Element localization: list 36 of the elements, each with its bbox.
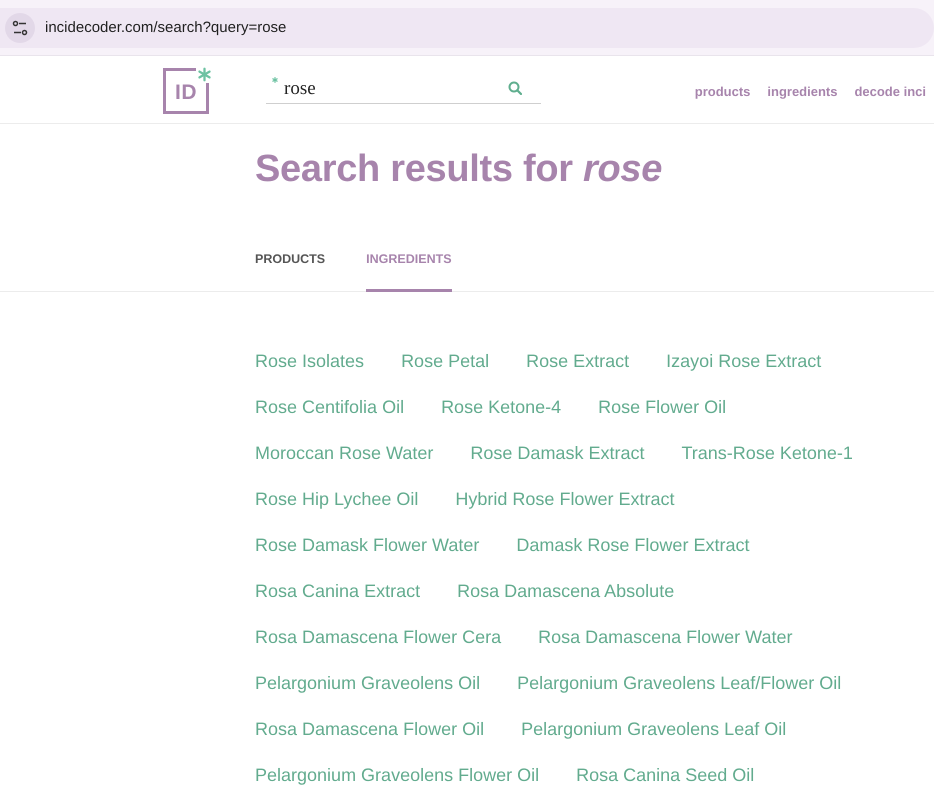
asterisk-icon <box>272 77 278 83</box>
nav-link[interactable]: products <box>694 82 750 102</box>
nav-link[interactable]: decode inci <box>854 82 926 102</box>
ingredient-link[interactable]: Moroccan Rose Water <box>255 442 434 464</box>
page-heading: Search results for rose <box>255 147 664 192</box>
ingredient-link[interactable]: Izayoi Rose Extract <box>666 350 822 372</box>
search-button[interactable] <box>508 81 522 95</box>
ingredient-link[interactable]: Rosa Canina Extract <box>255 580 420 602</box>
ingredient-link[interactable]: Rosa Damascena Flower Cera <box>255 626 502 648</box>
ingredient-link[interactable]: Trans-Rose Ketone-1 <box>681 442 853 464</box>
ingredient-link[interactable]: Rose Petal <box>401 350 490 372</box>
ingredient-link[interactable]: Rosa Canina Seed Oil <box>576 764 754 786</box>
ingredient-link[interactable]: Rose Damask Flower Water <box>255 534 480 556</box>
ingredient-link[interactable]: Rose Extract <box>526 350 630 372</box>
ingredient-link[interactable]: Rose Isolates <box>255 350 364 372</box>
ingredient-link[interactable]: Rosa Damascena Absolute <box>457 580 674 602</box>
ingredient-link[interactable]: Rose Hip Lychee Oil <box>255 488 418 510</box>
tab[interactable]: PRODUCTS <box>255 232 326 292</box>
ingredient-link[interactable]: Damask Rose Flower Extract <box>516 534 750 556</box>
ingredient-link[interactable]: Pelargonium Graveolens Flower Oil <box>255 764 540 786</box>
ingredient-link[interactable]: Pelargonium Graveolens Leaf Oil <box>521 718 786 740</box>
ingredient-link[interactable]: Rose Damask Extract <box>470 442 644 464</box>
ingredient-link[interactable]: Rose Centifolia Oil <box>255 396 404 418</box>
ingredient-link[interactable]: Pelargonium Graveolens Oil <box>255 672 480 694</box>
ingredient-link[interactable]: Pelargonium Graveolens Leaf/Flower Oil <box>517 672 842 694</box>
search-icon <box>508 81 522 95</box>
nav-link[interactable]: ingredients <box>767 82 838 102</box>
ingredient-link[interactable]: Rose Flower Oil <box>598 396 726 418</box>
ingredient-link[interactable]: Hybrid Rose Flower Extract <box>455 488 674 510</box>
address-bar-url[interactable]: incidecoder.com/search?query=rose <box>45 16 286 40</box>
ingredient-link[interactable]: Rosa Damascena Flower Water <box>538 626 793 648</box>
ingredient-link[interactable]: Rose Ketone-4 <box>441 396 562 418</box>
search-field[interactable]: rose <box>266 76 541 104</box>
ingredient-link[interactable]: Rosa Damascena Flower Oil <box>255 718 484 740</box>
tab[interactable]: INGREDIENTS <box>366 232 452 292</box>
site-settings-icon[interactable] <box>5 13 35 43</box>
